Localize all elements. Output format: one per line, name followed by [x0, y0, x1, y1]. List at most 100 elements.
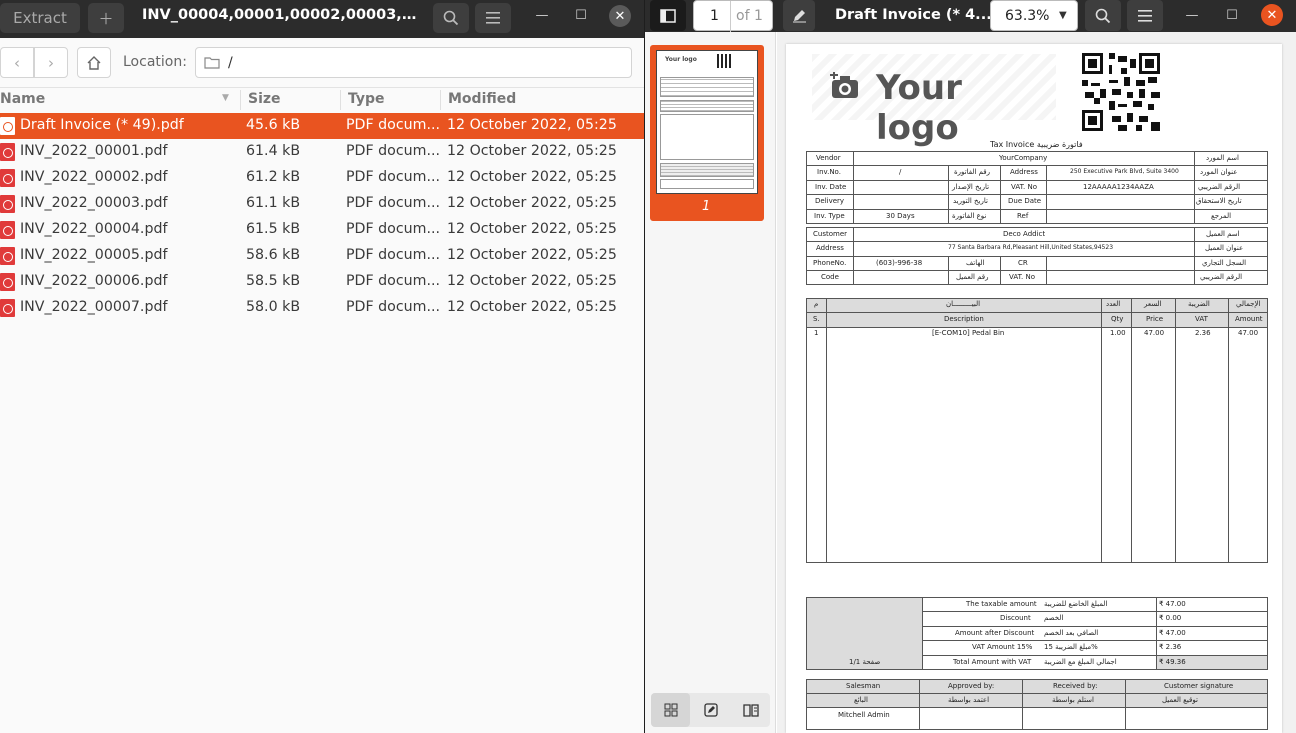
file-type: PDF docum... [346, 221, 440, 237]
invoice-text: البائع [854, 696, 868, 704]
invoice-text: Description [944, 315, 984, 323]
search-icon[interactable] [433, 3, 469, 33]
page-of: of 1 [736, 8, 763, 24]
invoice-text: Delivery [815, 197, 845, 205]
file-type: PDF docum... [346, 247, 440, 263]
file-row[interactable]: INV_2022_00007.pdf 58.0 kB PDF docum... … [0, 295, 644, 321]
invoice-text: 77 Santa Barbara Rd,Pleasant Hill,United… [948, 244, 1114, 251]
pdf-file-icon [0, 247, 15, 265]
invoice-text: 30 Days [886, 212, 915, 220]
invoice-text: Address [1010, 168, 1038, 176]
file-type: PDF docum... [346, 143, 440, 159]
pdf-file-icon [0, 273, 15, 291]
file-type: PDF docum... [346, 273, 440, 289]
column-name[interactable]: Name [0, 91, 45, 107]
file-row[interactable]: INV_2022_00005.pdf 58.6 kB PDF docum... … [0, 243, 644, 269]
invoice-text: السعر [1144, 300, 1162, 308]
invoice-text: (603)-996-38 [876, 259, 923, 267]
zoom-select[interactable]: 63.3% ▼ [990, 0, 1078, 31]
back-icon[interactable]: ‹ [0, 47, 34, 78]
location-field[interactable]: / [195, 47, 632, 78]
invoice-page: Your logo Tax Invoice فاتورة ضريبية Vend… [786, 44, 1282, 733]
annotate-pen-icon[interactable] [783, 0, 815, 31]
file-size: 45.6 kB [246, 117, 301, 133]
invoice-text: Discount [1000, 614, 1031, 622]
pdf-file-icon [0, 117, 15, 135]
minimize-icon[interactable]: — [530, 0, 554, 30]
invoice-text: تاريخ الإصدار [952, 183, 990, 191]
invoice-text: S. [813, 315, 820, 323]
invoice-text: VAT. No [1009, 273, 1036, 281]
invoice-text: الخصم [1044, 614, 1064, 622]
file-name: INV_2022_00004.pdf [20, 221, 168, 237]
add-icon[interactable]: ＋ [88, 3, 124, 33]
invoice-text: السجل التجاري [1202, 259, 1247, 267]
sidebar-toggle-icon[interactable] [650, 0, 686, 31]
invoice-text: Inv. Date [815, 183, 847, 191]
archive-headerbar: Extract ＋ INV_00004,00001,00002,00003,Dr… [0, 0, 644, 38]
invoice-text: PhoneNo. [813, 259, 847, 267]
file-row[interactable]: Draft Invoice (* 49).pdf 45.6 kB PDF doc… [0, 113, 644, 139]
maximize-icon[interactable]: ☐ [569, 0, 593, 30]
file-row[interactable]: INV_2022_00001.pdf 61.4 kB PDF docum... … [0, 139, 644, 165]
invoice-text: عنوان العميل [1205, 244, 1244, 252]
invoice-text: Customer signature [1164, 682, 1234, 690]
close-icon[interactable]: ✕ [1261, 4, 1283, 26]
page-number-field[interactable]: 1 of 1 [693, 0, 773, 32]
pdf-file-icon [0, 195, 15, 213]
extract-button[interactable]: Extract [0, 3, 80, 33]
invoice-text: 250 Executive Park Blvd, Suite 3400 [1070, 168, 1179, 175]
invoice-text: الضريبة [1188, 300, 1210, 308]
file-row[interactable]: INV_2022_00002.pdf 61.2 kB PDF docum... … [0, 165, 644, 191]
invoice-text: مبلغ الضريبة 15% [1044, 643, 1098, 651]
file-name: INV_2022_00002.pdf [20, 169, 168, 185]
line-qty: 1.00 [1110, 329, 1126, 337]
file-row[interactable]: INV_2022_00003.pdf 61.1 kB PDF docum... … [0, 191, 644, 217]
column-size[interactable]: Size [248, 91, 281, 107]
search-icon[interactable] [1085, 0, 1121, 31]
annotations-icon[interactable] [691, 693, 730, 727]
file-row[interactable]: INV_2022_00006.pdf 58.5 kB PDF docum... … [0, 269, 644, 295]
folder-icon [204, 57, 220, 69]
column-modified[interactable]: Modified [448, 91, 516, 107]
page-number: 1 [710, 8, 719, 24]
file-type: PDF docum... [346, 299, 440, 315]
invoice-text: Qty [1111, 315, 1124, 323]
invoice-text: م [814, 300, 819, 308]
invoice-text: استلم بواسطة [1052, 696, 1094, 704]
invoice-text: البيـــــــــان [946, 300, 981, 308]
outline-book-icon[interactable] [731, 693, 770, 727]
archive-title: INV_00004,00001,00002,00003,Draft I... [142, 7, 422, 23]
invoice-text: Vendor [816, 154, 841, 162]
thumbnails-grid-icon[interactable] [651, 693, 690, 727]
invoice-text: Price [1146, 315, 1164, 323]
pdf-file-icon [0, 221, 15, 239]
minimize-icon[interactable]: — [1180, 0, 1204, 30]
invoice-text: Inv. Type [814, 212, 845, 220]
close-icon[interactable]: ✕ [609, 5, 631, 27]
menu-icon[interactable] [1127, 0, 1163, 31]
column-type[interactable]: Type [348, 91, 385, 107]
file-name: INV_2022_00006.pdf [20, 273, 168, 289]
invoice-text: Customer [813, 230, 848, 238]
pdf-file-icon [0, 143, 15, 161]
invoice-text: Amount [1235, 315, 1263, 323]
invoice-text: الإجمالي [1236, 300, 1261, 308]
file-size: 61.4 kB [246, 143, 301, 159]
invoice-text: ₹ 47.00 [1159, 629, 1186, 637]
file-name: INV_2022_00003.pdf [20, 195, 168, 211]
invoice-text: Due Date [1008, 197, 1042, 205]
invoice-text: Code [821, 273, 839, 281]
file-name: Draft Invoice (* 49).pdf [20, 117, 184, 133]
invoice-text: VAT Amount 15% [972, 643, 1033, 651]
invoice-text: اعتمد بواسطة [948, 696, 990, 704]
home-icon[interactable] [77, 47, 111, 78]
forward-icon[interactable]: › [34, 47, 68, 78]
menu-icon[interactable] [475, 3, 511, 33]
maximize-icon[interactable]: ☐ [1220, 0, 1244, 30]
invoice-text: Deco Addict [1003, 230, 1046, 238]
sort-down-icon[interactable]: ▼ [222, 93, 229, 103]
salesman-name: Mitchell Admin [838, 711, 890, 719]
file-size: 58.5 kB [246, 273, 301, 289]
file-row[interactable]: INV_2022_00004.pdf 61.5 kB PDF docum... … [0, 217, 644, 243]
